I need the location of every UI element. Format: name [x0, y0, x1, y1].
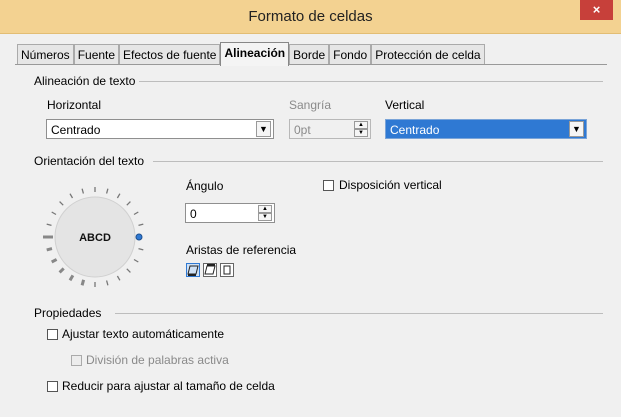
- wrap-text-label: Ajustar texto automáticamente: [62, 327, 225, 341]
- chevron-down-icon[interactable]: ▼: [569, 121, 584, 137]
- section-divider: [153, 161, 603, 162]
- angle-value: 0: [190, 207, 197, 221]
- tab-borde[interactable]: Borde: [289, 44, 330, 65]
- vertical-layout-label: Disposición vertical: [339, 178, 442, 192]
- text-orientation-heading: Orientación del texto: [34, 154, 149, 168]
- angle-label-text: Ángulo: [186, 179, 224, 193]
- wrap-text-checkbox[interactable]: [47, 329, 58, 340]
- tab-numeros[interactable]: Números: [17, 44, 74, 65]
- reference-edges-label: Aristas de referencia: [186, 243, 297, 257]
- vertical-label: Vertical: [385, 98, 425, 112]
- tab-bar: Números Fuente Efectos de fuente Alineac…: [17, 42, 485, 66]
- horizontal-value: Centrado: [51, 123, 101, 137]
- tab-proteccion-de-celda[interactable]: Protección de celda: [371, 44, 485, 65]
- tab-fondo[interactable]: Fondo: [329, 44, 372, 65]
- angle-stepper[interactable]: ▲ ▼: [258, 205, 272, 221]
- title-bar: Formato de celdas ×: [0, 0, 621, 34]
- indent-label: Sangría: [289, 98, 332, 112]
- dial-sample-text: ABCD: [79, 232, 111, 244]
- vertical-select[interactable]: Centrado ▼: [385, 119, 587, 139]
- tab-fuente[interactable]: Fuente: [73, 44, 120, 65]
- section-divider: [115, 313, 603, 314]
- spin-down-icon[interactable]: ▼: [354, 129, 368, 137]
- shrink-to-fit-checkbox[interactable]: [47, 381, 58, 392]
- text-alignment-heading: Alineación de texto: [34, 74, 140, 88]
- section-divider: [125, 81, 603, 82]
- chevron-down-icon[interactable]: ▼: [256, 121, 271, 137]
- edge-bottom-icon: [187, 265, 199, 276]
- tab-alineacion[interactable]: Alineación: [220, 42, 290, 66]
- spin-down-icon[interactable]: ▼: [258, 213, 272, 221]
- horizontal-select[interactable]: Centrado ▼: [46, 119, 274, 139]
- angle-spinner[interactable]: 0 ▲ ▼: [185, 203, 275, 223]
- window-title: Formato de celdas: [248, 8, 373, 25]
- rotation-dial[interactable]: ABCD: [41, 182, 149, 292]
- hyphenation-checkbox[interactable]: [71, 355, 82, 366]
- vertical-value: Centrado: [390, 123, 440, 137]
- alignment-panel: Alineación de texto Horizontal Centrado …: [15, 64, 607, 405]
- spin-up-icon[interactable]: ▲: [258, 205, 272, 213]
- edge-top-icon: [204, 264, 216, 275]
- edge-inside-button[interactable]: [220, 263, 234, 277]
- properties-heading: Propiedades: [34, 306, 106, 320]
- horizontal-label: Horizontal: [47, 98, 102, 112]
- dial-handle[interactable]: [135, 233, 143, 241]
- hyphenation-label: División de palabras activa: [86, 353, 229, 367]
- indent-value: 0pt: [294, 123, 311, 137]
- vertical-layout-checkbox[interactable]: [323, 180, 334, 191]
- indent-spinner[interactable]: 0pt ▲ ▼: [289, 119, 371, 139]
- spin-up-icon[interactable]: ▲: [354, 121, 368, 129]
- shrink-to-fit-label: Reducir para ajustar al tamaño de celda: [62, 379, 275, 393]
- edge-bottom-button[interactable]: [186, 263, 200, 277]
- edge-top-button[interactable]: [203, 263, 217, 277]
- indent-stepper[interactable]: ▲ ▼: [354, 121, 368, 137]
- tab-efectos-de-fuente[interactable]: Efectos de fuente: [119, 44, 221, 65]
- angle-label: Ángulo: [186, 179, 223, 193]
- close-icon[interactable]: ×: [580, 0, 613, 20]
- edge-inside-icon: [223, 265, 231, 275]
